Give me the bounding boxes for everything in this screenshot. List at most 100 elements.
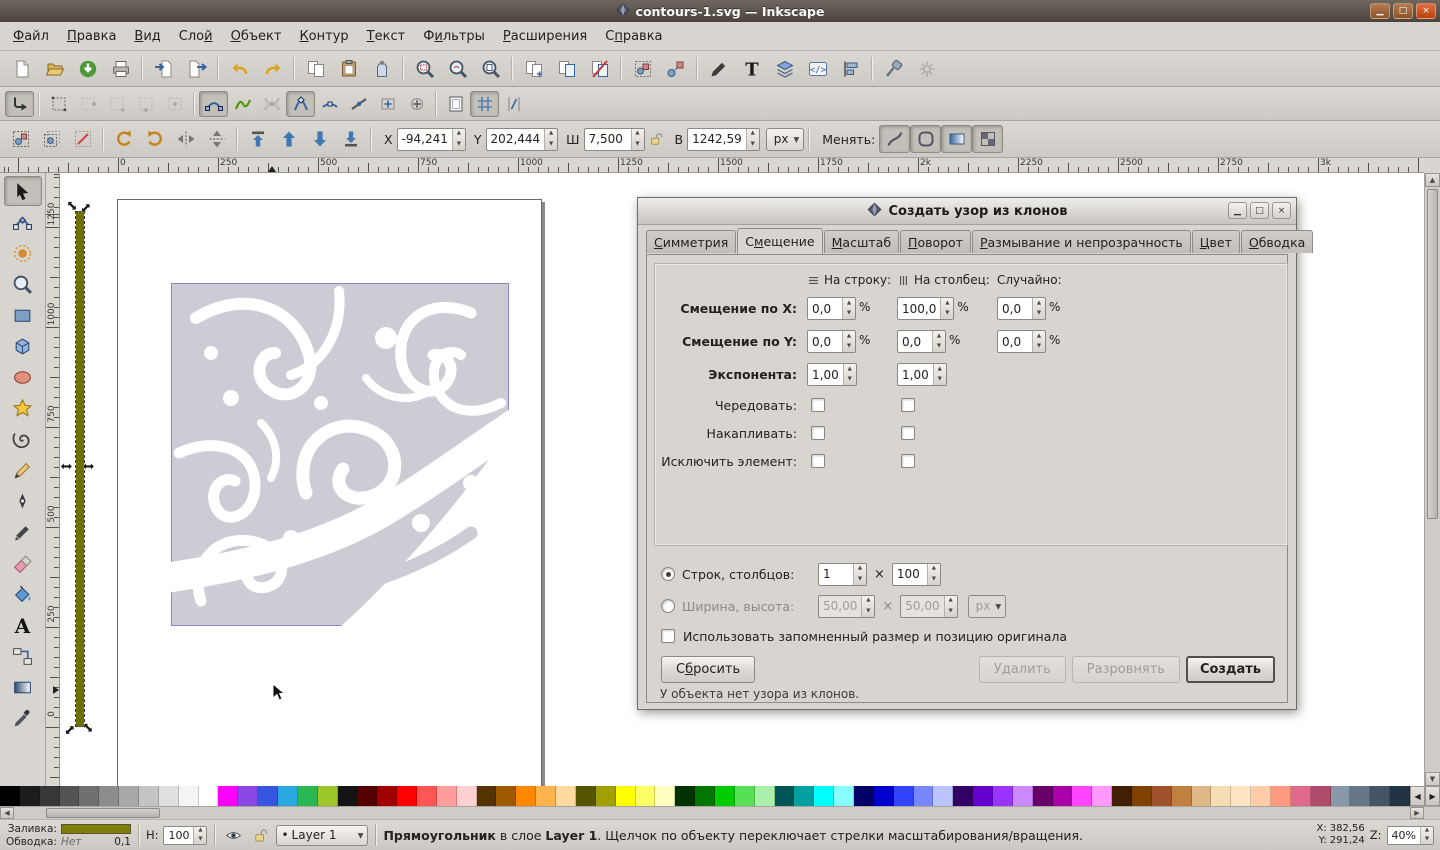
print-button[interactable] xyxy=(104,54,137,84)
palette-swatch[interactable] xyxy=(496,786,517,806)
palette-swatch[interactable] xyxy=(695,786,715,806)
gradient-tool[interactable] xyxy=(4,672,42,702)
tab-Обводка[interactable]: Обводка xyxy=(1240,230,1314,253)
exclude-per-row-checkbox[interactable] xyxy=(811,454,825,468)
palette-swatch[interactable] xyxy=(476,786,497,806)
copy-button[interactable] xyxy=(299,54,332,84)
select-all-layers-button[interactable] xyxy=(36,125,67,153)
flip-horizontal-button[interactable] xyxy=(170,125,201,153)
menu-Фильтры[interactable]: Фильтры xyxy=(414,24,494,49)
snap-bbox-button[interactable] xyxy=(44,91,73,117)
palette-swatch[interactable] xyxy=(615,786,636,806)
ungroup-objects-button[interactable] xyxy=(659,54,692,84)
zoom-page-button[interactable] xyxy=(474,54,507,84)
palette-swatch[interactable] xyxy=(0,786,20,806)
palette-swatch[interactable] xyxy=(258,786,279,806)
palette-swatch[interactable] xyxy=(1310,786,1331,806)
affect-gradient-button[interactable] xyxy=(941,125,973,153)
new-document-button[interactable] xyxy=(5,54,38,84)
palette-swatch[interactable] xyxy=(317,786,338,806)
maximize-button[interactable]: □ xyxy=(1393,3,1413,19)
save-document-button[interactable] xyxy=(71,54,104,84)
palette-swatch[interactable] xyxy=(278,786,298,806)
text-dialog-button[interactable]: T xyxy=(735,54,768,84)
snap-guide-button[interactable] xyxy=(499,91,528,117)
snap-page-border-button[interactable] xyxy=(441,91,470,117)
pencil-tool[interactable] xyxy=(4,455,42,485)
horizontal-ruler[interactable]: 0 250 500 750 1000 1250 1500 1750 2k 2250 2500 2750… xyxy=(0,158,1424,173)
affect-corners-button[interactable] xyxy=(910,125,942,153)
rotate-ccw-button[interactable] xyxy=(108,125,139,153)
palette-swatch[interactable] xyxy=(1390,786,1411,806)
shift-y-per-row-field[interactable]: 0,0 ▲ ▼ xyxy=(807,330,856,353)
snap-smooth-node-button[interactable] xyxy=(315,91,344,117)
palette-swatch[interactable] xyxy=(734,786,755,806)
snap-rotation-center-button[interactable] xyxy=(402,91,431,117)
affect-stroke-button[interactable] xyxy=(879,125,911,153)
vertical-scrollbar-thumb[interactable] xyxy=(1427,189,1438,519)
fill-stroke-indicator[interactable]: Заливка: Обводка: Нет 0,1 xyxy=(6,822,131,848)
tab-Поворот[interactable]: Поворот xyxy=(900,230,971,253)
alternate-per-col-checkbox[interactable] xyxy=(901,398,915,412)
scroll-left-icon[interactable]: ◀ xyxy=(0,807,14,819)
palette-swatch[interactable] xyxy=(1271,786,1291,806)
unit-selector[interactable]: px ▼ xyxy=(967,594,1007,618)
fill-stroke-dialog-button[interactable] xyxy=(702,54,735,84)
palette-swatch[interactable] xyxy=(655,786,676,806)
redo-button[interactable] xyxy=(256,54,289,84)
palette-swatch[interactable] xyxy=(1350,786,1371,806)
exclude-per-col-checkbox[interactable] xyxy=(901,454,915,468)
lock-ratio-button[interactable] xyxy=(645,125,667,153)
layer-lock-icon[interactable] xyxy=(249,824,271,846)
use-saved-size-checkbox[interactable] xyxy=(661,629,675,643)
create-button[interactable]: Создать xyxy=(1185,655,1275,683)
height-field[interactable]: 1242,59 ▲ ▼ xyxy=(687,127,760,151)
cumulate-per-row-checkbox[interactable] xyxy=(811,426,825,440)
palette-swatch[interactable] xyxy=(635,786,656,806)
paste-button[interactable] xyxy=(332,54,365,84)
tab-Смещение[interactable]: Смещение xyxy=(737,228,823,254)
palette-swatch[interactable] xyxy=(992,786,1013,806)
palette-scroll-left-icon[interactable]: ◀ xyxy=(1410,786,1426,806)
deselect-button[interactable] xyxy=(67,125,98,153)
palette-swatch[interactable] xyxy=(79,786,100,806)
open-document-button[interactable] xyxy=(38,54,71,84)
star-tool[interactable] xyxy=(4,393,42,423)
scale-handle-left[interactable] xyxy=(60,460,76,476)
palette-swatch[interactable] xyxy=(337,786,358,806)
dialog-close-button[interactable]: × xyxy=(1272,202,1291,219)
palette-swatch[interactable] xyxy=(357,786,378,806)
menu-Вид[interactable]: Вид xyxy=(125,24,169,49)
snap-grid-button[interactable] xyxy=(470,90,499,117)
palette-swatch[interactable] xyxy=(39,786,60,806)
palette-swatch[interactable] xyxy=(238,786,259,806)
xml-editor-button[interactable]: </> xyxy=(801,54,834,84)
dialog-maximize-button[interactable]: □ xyxy=(1250,202,1269,219)
palette-swatch[interactable] xyxy=(218,786,239,806)
tab-Масштаб[interactable]: Масштаб xyxy=(823,230,900,253)
palette-swatch[interactable] xyxy=(873,786,894,806)
snap-nodes-button[interactable] xyxy=(199,90,228,117)
palette-swatch[interactable] xyxy=(516,786,537,806)
rows-cols-radio[interactable] xyxy=(661,567,675,581)
width-field[interactable]: 50,00 ▲ ▼ xyxy=(818,594,876,618)
selector-tool[interactable] xyxy=(3,176,42,206)
palette-swatch[interactable] xyxy=(1151,786,1172,806)
palette-swatch[interactable] xyxy=(139,786,159,806)
height-field[interactable]: 50,00 ▲ ▼ xyxy=(900,594,958,618)
shift-x-per-row-field[interactable]: 0,0 ▲ ▼ xyxy=(807,297,856,320)
palette-swatch[interactable] xyxy=(377,786,398,806)
palette-swatch[interactable] xyxy=(1171,786,1192,806)
flip-vertical-button[interactable] xyxy=(201,125,232,153)
palette-swatch[interactable] xyxy=(1032,786,1053,806)
align-dialog-button[interactable] xyxy=(834,54,867,84)
ellipse-tool[interactable] xyxy=(4,362,42,392)
reset-button[interactable]: Сбросить xyxy=(661,655,756,683)
palette-swatch[interactable] xyxy=(1251,786,1271,806)
snap-line-midpoint-button[interactable] xyxy=(344,91,373,117)
palette-swatch[interactable] xyxy=(893,786,914,806)
menu-Объект[interactable]: Объект xyxy=(222,24,291,49)
scale-handle-right[interactable] xyxy=(82,460,98,476)
palette-swatch[interactable] xyxy=(1211,786,1232,806)
paste-style-button[interactable] xyxy=(365,54,398,84)
